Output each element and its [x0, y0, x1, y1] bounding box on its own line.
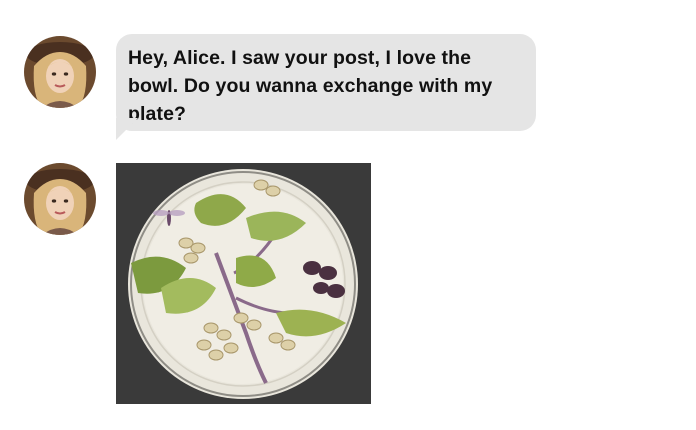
plate-photo	[116, 163, 371, 404]
sender-avatar[interactable]	[24, 36, 96, 108]
avatar-portrait-icon	[24, 36, 96, 108]
message-bubble: Hey, Alice. I saw your post, I love the …	[116, 34, 536, 131]
message-text: Hey, Alice. I saw your post, I love the …	[128, 47, 493, 125]
bubble-tail	[116, 118, 138, 140]
image-message[interactable]	[116, 163, 371, 404]
sender-avatar[interactable]	[24, 163, 96, 235]
avatar-portrait-icon	[24, 163, 96, 235]
